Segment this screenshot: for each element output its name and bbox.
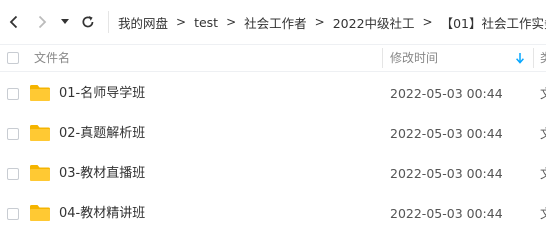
column-header-name[interactable]: 文件名 <box>34 45 70 72</box>
file-row[interactable]: 01-名师导学班 2022-05-03 00:44 文 <box>0 74 546 114</box>
file-type: 文 <box>540 154 546 194</box>
file-type: 文 <box>540 194 546 234</box>
breadcrumb-item-my-drive[interactable]: 我的网盘 <box>118 13 168 32</box>
file-name[interactable]: 04-教材精讲班 <box>59 194 145 234</box>
breadcrumb-separator: > <box>422 15 433 29</box>
file-type: 文 <box>540 74 546 114</box>
file-list-header: 文件名 修改时间 类 <box>0 44 546 72</box>
folder-icon <box>30 165 50 181</box>
file-type: 文 <box>540 114 546 154</box>
breadcrumb-item-current[interactable]: 【01】社会工作实务 <box>441 13 546 32</box>
caret-down-icon <box>61 19 69 24</box>
arrow-down-icon[interactable] <box>515 52 525 64</box>
file-modified-time: 2022-05-03 00:44 <box>390 206 503 221</box>
column-header-type[interactable]: 类 <box>540 45 546 72</box>
toolbar: 我的网盘 > test > 社会工作者 > 2022中级社工 > 【01】社会工… <box>0 0 546 44</box>
breadcrumb-item-test[interactable]: test <box>194 15 218 30</box>
file-modified-time: 2022-05-03 00:44 <box>390 166 503 181</box>
row-checkbox[interactable] <box>7 88 19 100</box>
folder-icon <box>30 125 50 141</box>
file-modified-time: 2022-05-03 00:44 <box>390 86 503 101</box>
file-modified-time: 2022-05-03 00:44 <box>390 126 503 141</box>
file-row[interactable]: 02-真题解析班 2022-05-03 00:44 文 <box>0 114 546 154</box>
breadcrumb-separator: > <box>176 15 187 29</box>
file-name[interactable]: 01-名师导学班 <box>59 74 145 114</box>
breadcrumb-item-2022[interactable]: 2022中级社工 <box>333 13 415 32</box>
forward-button[interactable] <box>30 8 54 36</box>
breadcrumb-separator: > <box>314 15 325 29</box>
file-row[interactable]: 04-教材精讲班 2022-05-03 00:44 文 <box>0 194 546 234</box>
select-all-checkbox[interactable] <box>7 52 19 64</box>
history-dropdown-button[interactable] <box>58 8 72 36</box>
breadcrumb-item-social-worker[interactable]: 社会工作者 <box>244 13 307 32</box>
column-header-modified[interactable]: 修改时间 <box>390 45 438 72</box>
column-divider[interactable] <box>382 48 383 68</box>
row-checkbox[interactable] <box>7 168 19 180</box>
row-checkbox[interactable] <box>7 208 19 220</box>
row-checkbox[interactable] <box>7 128 19 140</box>
folder-icon <box>30 85 50 101</box>
breadcrumb: 我的网盘 > test > 社会工作者 > 2022中级社工 > 【01】社会工… <box>118 0 546 44</box>
back-button[interactable] <box>2 8 26 36</box>
folder-icon <box>30 205 50 221</box>
chevron-right-icon <box>38 15 47 29</box>
toolbar-divider <box>108 11 109 33</box>
file-name[interactable]: 03-教材直播班 <box>59 154 145 194</box>
breadcrumb-separator: > <box>226 15 237 29</box>
column-divider[interactable] <box>533 48 534 68</box>
chevron-left-icon <box>9 15 18 29</box>
file-name[interactable]: 02-真题解析班 <box>59 114 145 154</box>
file-row[interactable]: 03-教材直播班 2022-05-03 00:44 文 <box>0 154 546 194</box>
refresh-icon <box>82 16 94 28</box>
refresh-button[interactable] <box>76 8 100 36</box>
